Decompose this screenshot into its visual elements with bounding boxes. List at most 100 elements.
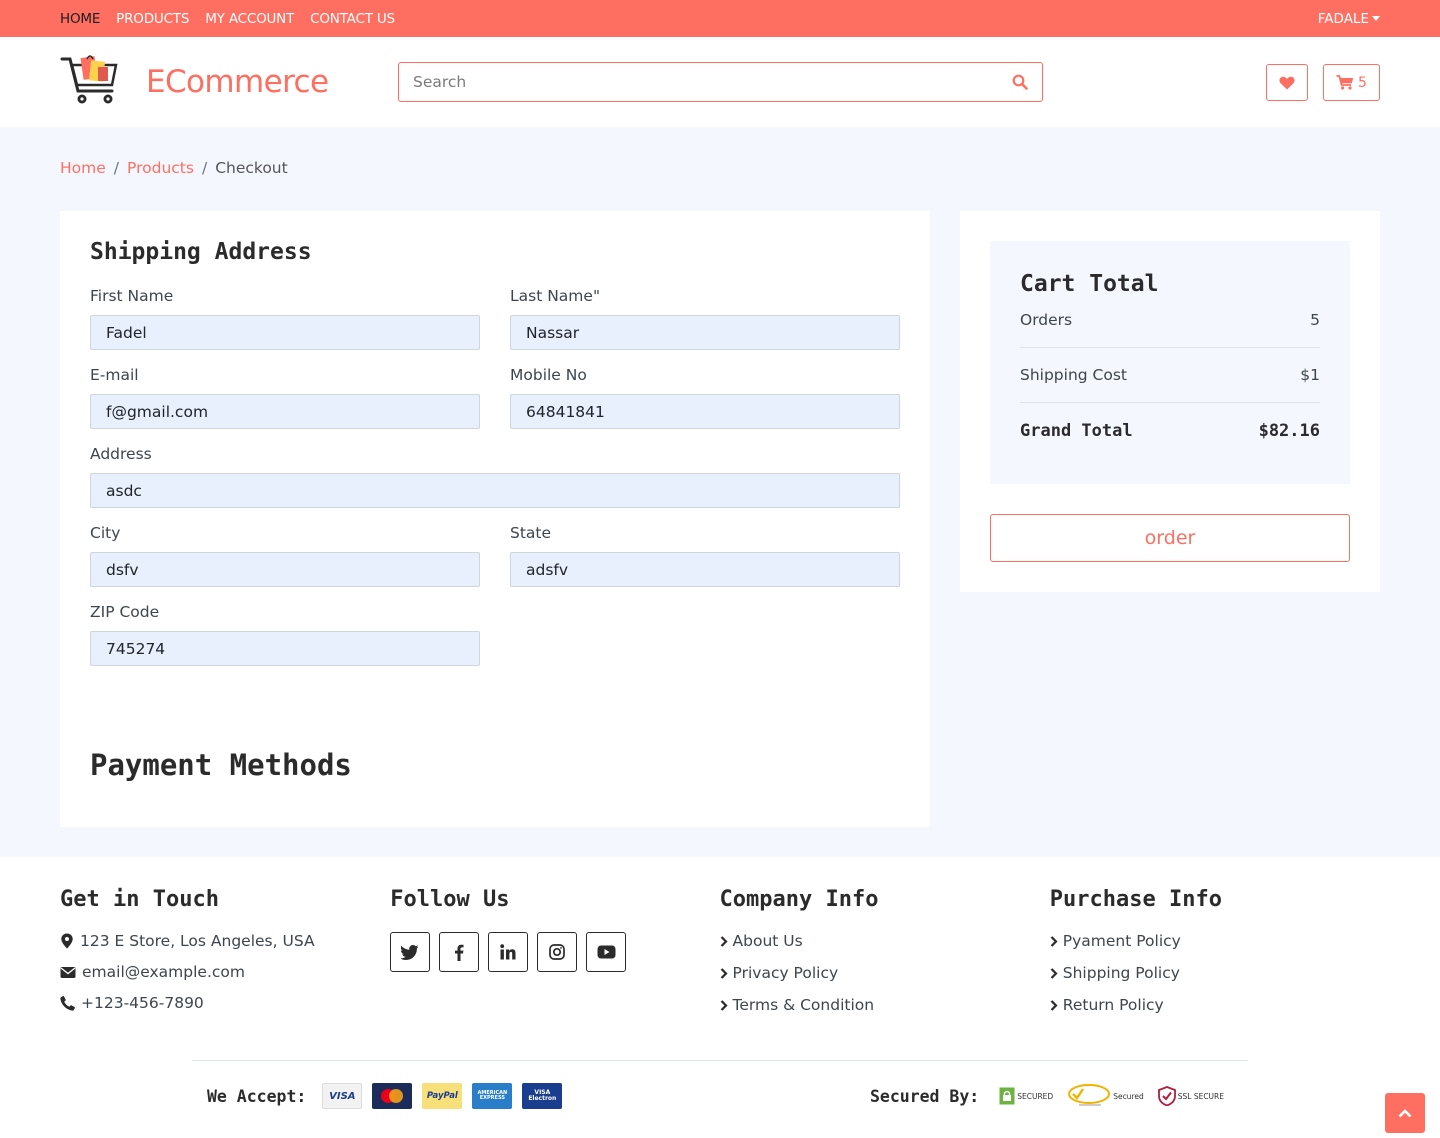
purchase-link[interactable]: Shipping Policy (1050, 964, 1380, 982)
chevron-right-icon (1050, 935, 1058, 947)
chevron-right-icon (1050, 967, 1058, 979)
linkedin-icon (500, 944, 516, 960)
seal-label: Secured (1113, 1091, 1144, 1101)
seal-label: SSL SECURE (1177, 1091, 1224, 1101)
orders-label: Orders (1020, 311, 1073, 329)
contact-address: 123 E Store, Los Angeles, USA (60, 932, 390, 950)
shield-icon (1157, 1086, 1176, 1106)
footer-contact: Get in Touch 123 E Store, Los Angeles, U… (60, 887, 390, 1028)
email-text[interactable]: email@example.com (82, 963, 245, 981)
search-icon[interactable] (1012, 74, 1028, 90)
phone-text[interactable]: +123-456-7890 (81, 994, 204, 1012)
first-name-label: First Name (90, 287, 174, 305)
nav-home[interactable]: HOME (60, 11, 100, 27)
shipping-cost-label: Shipping Cost (1020, 366, 1128, 384)
we-accept-label: We Accept: (207, 1086, 307, 1106)
company-link[interactable]: Terms & Condition (720, 996, 1050, 1014)
amex-card-icon: AMERICAN EXPRESS (472, 1083, 513, 1109)
wishlist-button[interactable] (1266, 64, 1308, 101)
youtube-button[interactable] (586, 932, 627, 972)
purchase-link-label: Pyament Policy (1062, 932, 1181, 950)
first-name-group: First Name Fadel (90, 287, 480, 350)
payment-accepted: We Accept: VISA PayPal AMERICAN EXPRESS … (207, 1083, 563, 1109)
email-group: E-mail f@gmail.com (90, 366, 480, 429)
company-link-label: Terms & Condition (732, 996, 875, 1014)
form-row: E-mail f@gmail.com Mobile No 64841841 (90, 366, 900, 445)
cart-total-summary: Cart Total Orders 5 Shipping Cost $1 Gra… (990, 241, 1350, 484)
order-button[interactable]: order (990, 514, 1350, 562)
secured-paypal-seal-icon: Secured (1067, 1084, 1144, 1108)
mobile-label: Mobile No (510, 366, 587, 384)
chevron-right-icon (720, 935, 728, 947)
breadcrumb-current: Checkout (215, 159, 288, 177)
map-marker-icon (61, 933, 73, 949)
nav-my-account[interactable]: MY ACCOUNT (205, 11, 294, 27)
breadcrumb: Home / Products / Checkout (60, 127, 1380, 211)
mobile-field[interactable]: 64841841 (510, 394, 900, 429)
company-link-label: Privacy Policy (732, 964, 839, 982)
address-label: Address (90, 445, 152, 463)
facebook-button[interactable] (439, 932, 480, 972)
purchase-link-label: Shipping Policy (1062, 964, 1180, 982)
purchase-link[interactable]: Pyament Policy (1050, 932, 1380, 950)
caret-down-icon (1372, 16, 1380, 21)
company-link[interactable]: Privacy Policy (720, 964, 1050, 982)
company-link[interactable]: About Us (720, 932, 1050, 950)
paypal-card-icon: PayPal (422, 1083, 463, 1109)
purchase-title: Purchase Info (1049, 887, 1222, 912)
nav-products[interactable]: PRODUCTS (116, 11, 189, 27)
ssl-secure-seal-icon: SSL SECURE (1157, 1086, 1224, 1106)
breadcrumb-home[interactable]: Home (60, 159, 106, 211)
instagram-button[interactable] (537, 932, 578, 972)
cart-button[interactable]: 5 (1323, 64, 1380, 101)
footer-follow: Follow Us (390, 887, 719, 1028)
cart-count: 5 (1358, 74, 1367, 91)
state-field[interactable]: adsfv (510, 552, 900, 587)
header-actions: 5 (1266, 64, 1380, 101)
zip-label: ZIP Code (90, 603, 160, 621)
footer-bottom: We Accept: VISA PayPal AMERICAN EXPRESS … (207, 1083, 1224, 1109)
breadcrumb-products[interactable]: Products (127, 159, 194, 211)
seal-label: SECURED (1017, 1091, 1054, 1101)
logo[interactable]: ECommerce (60, 51, 398, 113)
email-field[interactable]: f@gmail.com (90, 394, 480, 429)
zip-field[interactable]: 745274 (90, 631, 480, 666)
lock-badge-icon (999, 1087, 1015, 1105)
last-name-field[interactable]: Nassar (510, 315, 900, 350)
security-seals: Secured By: SECURED Secured SSL SECURE (870, 1084, 1224, 1108)
linkedin-button[interactable] (488, 932, 529, 972)
city-group: City dsfv (90, 524, 480, 587)
city-field[interactable]: dsfv (90, 552, 480, 587)
account-dropdown[interactable]: FADALE (1318, 11, 1380, 27)
company-link-label: About Us (732, 932, 803, 950)
grand-total-label: Grand Total (1020, 421, 1133, 441)
nav-contact-us[interactable]: CONTACT US (310, 11, 395, 27)
footer-columns: Get in Touch 123 E Store, Los Angeles, U… (60, 887, 1380, 1028)
purchase-link[interactable]: Return Policy (1050, 996, 1380, 1014)
twitter-button[interactable] (390, 932, 431, 972)
breadcrumb-separator: / (201, 159, 208, 177)
company-title: Company Info (719, 887, 879, 912)
chevron-right-icon (720, 999, 728, 1011)
shipping-title: Shipping Address (90, 239, 312, 265)
top-bar: HOME PRODUCTS MY ACCOUNT CONTACT US FADA… (0, 0, 1440, 37)
contact-title: Get in Touch (60, 887, 219, 912)
account-name: FADALE (1317, 10, 1369, 27)
search-input[interactable]: Search (398, 62, 1043, 102)
instagram-icon (549, 944, 566, 960)
zip-group: ZIP Code 745274 (90, 603, 480, 666)
footer-divider (192, 1060, 1248, 1061)
form-row: Address asdc (90, 445, 900, 524)
first-name-field[interactable]: Fadel (90, 315, 480, 350)
back-to-top-button[interactable] (1385, 1093, 1425, 1133)
facebook-icon (455, 944, 464, 961)
cart-total-title: Cart Total (1020, 271, 1159, 297)
header: ECommerce Search 5 (0, 37, 1440, 127)
heart-icon (1279, 76, 1295, 89)
shipping-cost-row: Shipping Cost $1 (1020, 366, 1320, 403)
contact-email: email@example.com (60, 963, 390, 981)
payment-methods-title: Payment Methods (90, 748, 352, 782)
address-text: 123 E Store, Los Angeles, USA (80, 932, 315, 950)
address-field[interactable]: asdc (90, 473, 900, 508)
twitter-icon (401, 944, 419, 960)
